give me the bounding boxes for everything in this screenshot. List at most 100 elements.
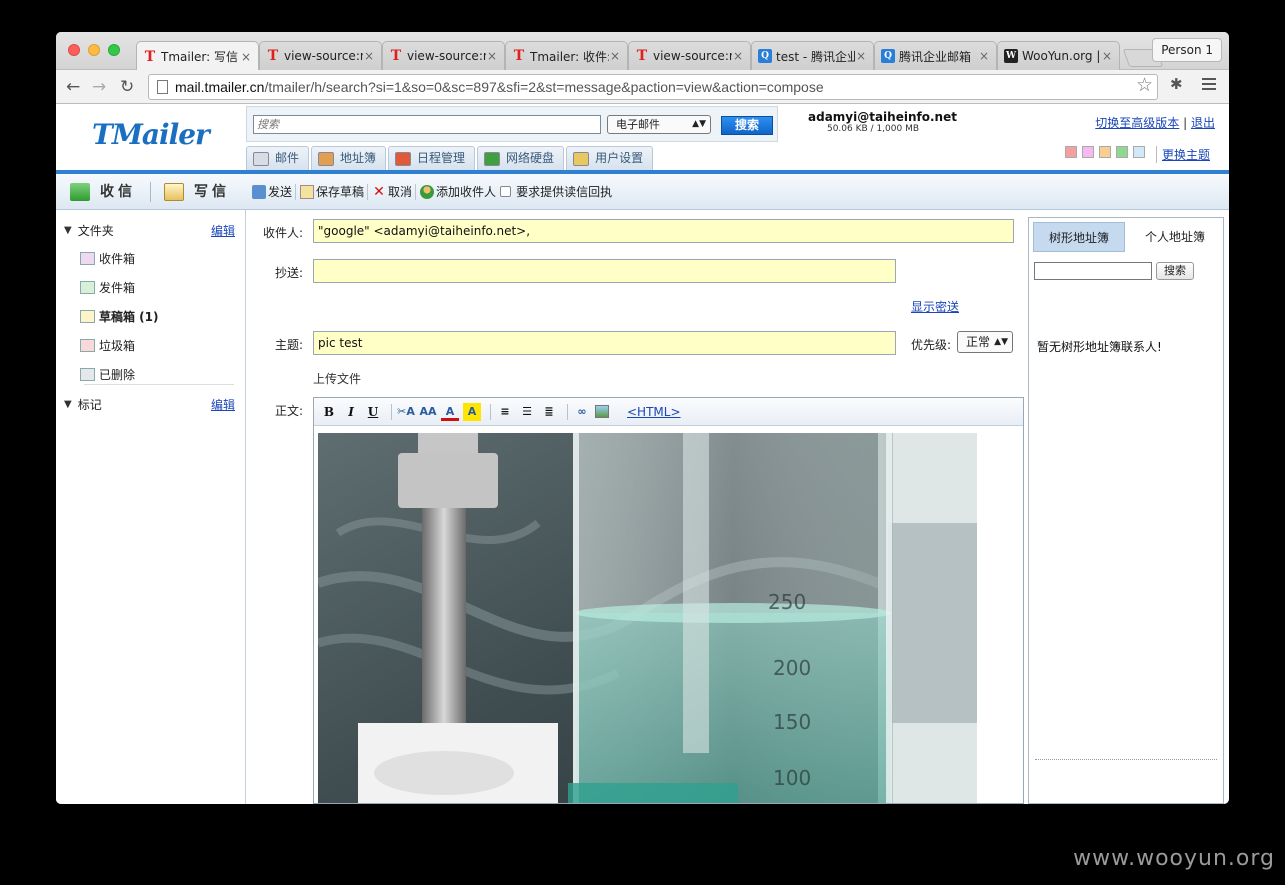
- tags-edit-link[interactable]: 编辑: [211, 396, 235, 413]
- tags-header[interactable]: ▼ 标记: [64, 396, 102, 413]
- list-icon[interactable]: ☰: [518, 403, 536, 421]
- extension-icon[interactable]: ✱: [1170, 75, 1183, 93]
- folders-edit-link[interactable]: 编辑: [211, 222, 235, 239]
- forward-icon[interactable]: →: [92, 77, 106, 97]
- search-button[interactable]: 搜索: [721, 116, 773, 135]
- bookmark-star-icon[interactable]: ☆: [1136, 74, 1153, 96]
- close-tab-icon[interactable]: ×: [1101, 49, 1113, 63]
- browser-tab[interactable]: T Tmailer: 收件: ×: [505, 41, 628, 70]
- embedded-photo: 250 200 150 100: [318, 433, 977, 803]
- read-receipt-checkbox[interactable]: [500, 186, 512, 197]
- folder-item[interactable]: 已删除: [80, 366, 135, 383]
- nav-tab[interactable]: 邮件: [246, 146, 310, 170]
- close-tab-icon[interactable]: ×: [978, 49, 990, 63]
- indent-icon[interactable]: ≣: [540, 403, 558, 421]
- theme-swatch[interactable]: [1116, 146, 1128, 158]
- tab-tree-addressbook[interactable]: 树形地址簿: [1033, 222, 1125, 252]
- send-button[interactable]: 发送: [252, 183, 297, 200]
- text-color-icon[interactable]: A: [441, 403, 459, 421]
- close-tab-icon[interactable]: ×: [363, 49, 375, 63]
- favicon-icon: Q: [881, 49, 895, 63]
- subject-label: 主题:: [274, 338, 303, 352]
- close-tab-icon[interactable]: ×: [486, 49, 498, 63]
- folder-label: 收件箱: [99, 252, 136, 266]
- mail-search-input[interactable]: [253, 115, 601, 134]
- chrome-menu-icon[interactable]: [1202, 78, 1216, 93]
- switch-version-link[interactable]: 切换至高级版本: [1095, 116, 1179, 130]
- close-tab-icon[interactable]: ×: [609, 49, 621, 63]
- chevron-down-icon: ▼: [64, 399, 72, 410]
- back-icon[interactable]: ←: [66, 77, 80, 97]
- close-tab-icon[interactable]: ×: [240, 50, 252, 64]
- outbox-icon: [80, 281, 95, 294]
- folder-item[interactable]: 垃圾箱: [80, 337, 135, 354]
- addressbook-search-button[interactable]: 搜索: [1156, 262, 1194, 280]
- priority-select[interactable]: 正常 ▲▼: [957, 331, 1013, 353]
- change-theme-link[interactable]: 更换主题: [1156, 146, 1210, 163]
- theme-swatch[interactable]: [1099, 146, 1111, 158]
- browser-tab[interactable]: W WooYun.org | ×: [997, 41, 1120, 70]
- folder-item[interactable]: 收件箱: [80, 250, 135, 267]
- read-receipt-option[interactable]: 要求提供读信回执: [500, 183, 612, 200]
- add-recipient-button[interactable]: 添加收件人: [420, 183, 496, 200]
- addressbook-search-input[interactable]: [1034, 262, 1152, 280]
- font-size-icon[interactable]: AA: [419, 403, 437, 421]
- to-field[interactable]: "google" <adamyi@taiheinfo.net>,: [313, 219, 1014, 243]
- upload-file-link[interactable]: 上传文件: [313, 370, 361, 387]
- favicon-icon: T: [636, 48, 648, 64]
- align-icon[interactable]: ≡: [496, 403, 514, 421]
- browser-tab[interactable]: T Tmailer: 写信 ×: [136, 41, 259, 71]
- send-icon: [252, 184, 266, 199]
- bold-button[interactable]: B: [320, 403, 338, 421]
- browser-tab[interactable]: Qtest - 腾讯企业 ×: [751, 41, 874, 70]
- tmailer-logo[interactable]: TMailer: [92, 118, 210, 151]
- italic-button[interactable]: I: [342, 403, 360, 421]
- folder-item[interactable]: 发件箱: [80, 279, 135, 296]
- compose-button[interactable]: 写信: [164, 180, 230, 204]
- insert-image-icon[interactable]: [595, 405, 609, 418]
- folder-label: 已删除: [99, 368, 136, 382]
- nav-tab[interactable]: 网络硬盘: [477, 146, 565, 170]
- cancel-button[interactable]: ✕ 取消: [372, 183, 417, 200]
- theme-swatch[interactable]: [1133, 146, 1145, 158]
- logout-link[interactable]: 退出: [1191, 116, 1215, 130]
- zoom-window-button[interactable]: [108, 44, 120, 56]
- to-label: 收件人:: [262, 226, 303, 240]
- page-icon: [157, 80, 168, 94]
- minimize-window-button[interactable]: [88, 44, 100, 56]
- highlight-color-icon[interactable]: A: [463, 402, 481, 421]
- tab-personal-addressbook[interactable]: 个人地址簿: [1129, 222, 1221, 252]
- save-draft-button[interactable]: 保存草稿: [300, 183, 369, 200]
- search-scope-select[interactable]: 电子邮件 ▲▼: [607, 115, 711, 134]
- subject-field[interactable]: pic test: [313, 331, 896, 355]
- underline-button[interactable]: U: [364, 403, 382, 421]
- address-bar[interactable]: mail.tmailer.cn/tmailer/h/search?si=1&so…: [148, 74, 1158, 100]
- nav-tab[interactable]: 日程管理: [388, 146, 476, 170]
- browser-tab[interactable]: Tview-source:m ×: [628, 41, 751, 70]
- receive-button[interactable]: 收信: [70, 180, 136, 204]
- theme-swatch[interactable]: [1065, 146, 1077, 158]
- close-tab-icon[interactable]: ×: [732, 49, 744, 63]
- browser-tab[interactable]: Q 腾讯企业邮箱 ×: [874, 41, 997, 70]
- reload-icon[interactable]: ↻: [120, 77, 134, 97]
- nav-tab[interactable]: 用户设置: [566, 146, 654, 170]
- browser-toolbar: ← → ↻ mail.tmailer.cn/tmailer/h/search?s…: [56, 70, 1229, 104]
- browser-tab[interactable]: Tview-source:m ×: [382, 41, 505, 70]
- chevron-down-icon: ▼: [64, 225, 72, 236]
- theme-swatch[interactable]: [1082, 146, 1094, 158]
- nav-tab[interactable]: 地址簿: [311, 146, 387, 170]
- body-label: 正文:: [274, 404, 303, 418]
- show-bcc-link[interactable]: 显示密送: [911, 298, 959, 315]
- cc-field[interactable]: [313, 259, 896, 283]
- font-family-icon[interactable]: ✂A: [397, 403, 415, 421]
- link-icon[interactable]: ∞: [573, 403, 591, 421]
- folder-item[interactable]: 草稿箱 (1): [80, 308, 159, 325]
- profile-button[interactable]: Person 1: [1152, 38, 1222, 62]
- nav-tab-label: 邮件: [275, 151, 300, 165]
- cc-label: 抄送:: [274, 266, 303, 280]
- html-mode-toggle[interactable]: <HTML>: [627, 405, 681, 419]
- folders-header[interactable]: ▼ 文件夹: [64, 222, 114, 239]
- browser-tab[interactable]: Tview-source:m ×: [259, 41, 382, 70]
- close-tab-icon[interactable]: ×: [855, 49, 867, 63]
- close-window-button[interactable]: [68, 44, 80, 56]
